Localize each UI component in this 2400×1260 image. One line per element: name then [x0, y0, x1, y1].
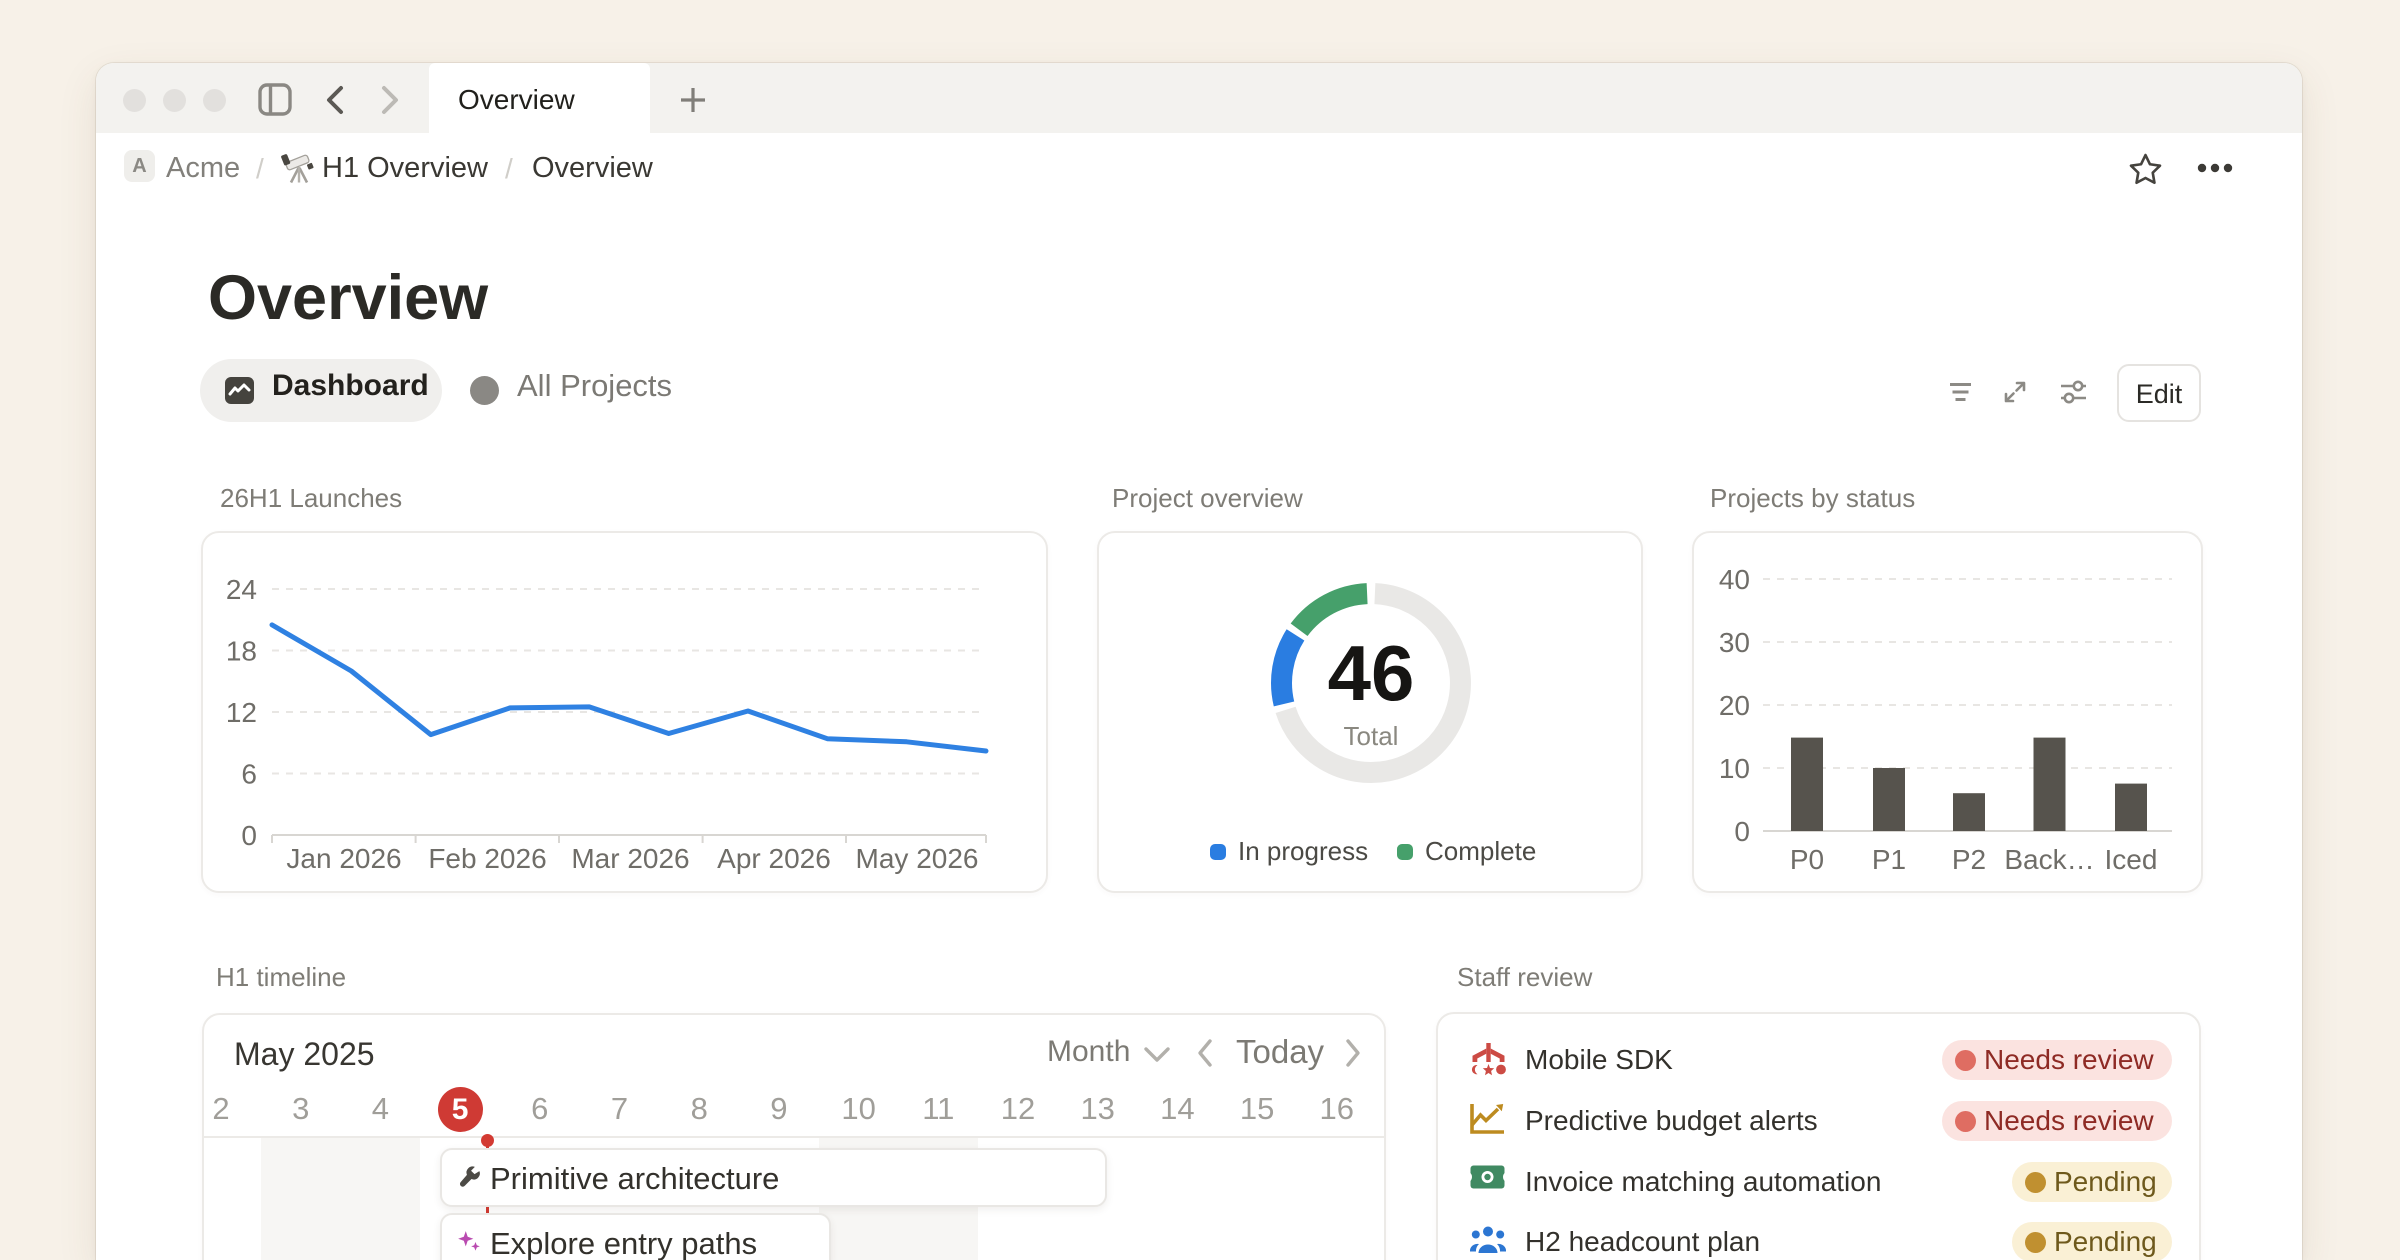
svg-text:12: 12 — [226, 697, 257, 728]
svg-text:10: 10 — [1719, 753, 1750, 784]
svg-text:Total: Total — [1344, 721, 1399, 751]
svg-text:In progress: In progress — [1238, 836, 1368, 866]
svg-text:Mar 2026: Mar 2026 — [571, 843, 689, 874]
svg-text:30: 30 — [1719, 627, 1750, 658]
svg-text:6: 6 — [241, 759, 257, 790]
svg-text:P0: P0 — [1790, 844, 1824, 875]
svg-text:P1: P1 — [1872, 844, 1906, 875]
svg-text:Jan 2026: Jan 2026 — [286, 843, 401, 874]
svg-text:Feb 2026: Feb 2026 — [428, 843, 546, 874]
svg-text:Apr 2026: Apr 2026 — [717, 843, 831, 874]
svg-text:P2: P2 — [1952, 844, 1986, 875]
svg-text:May 2026: May 2026 — [856, 843, 979, 874]
svg-text:Back…: Back… — [2004, 844, 2094, 875]
svg-text:24: 24 — [226, 574, 257, 605]
svg-text:0: 0 — [241, 820, 257, 851]
svg-text:20: 20 — [1719, 690, 1750, 721]
svg-text:18: 18 — [226, 636, 257, 667]
svg-text:0: 0 — [1734, 816, 1750, 847]
svg-text:46: 46 — [1328, 629, 1415, 717]
svg-text:Complete: Complete — [1425, 836, 1536, 866]
svg-text:40: 40 — [1719, 564, 1750, 595]
svg-text:Iced: Iced — [2105, 844, 2158, 875]
